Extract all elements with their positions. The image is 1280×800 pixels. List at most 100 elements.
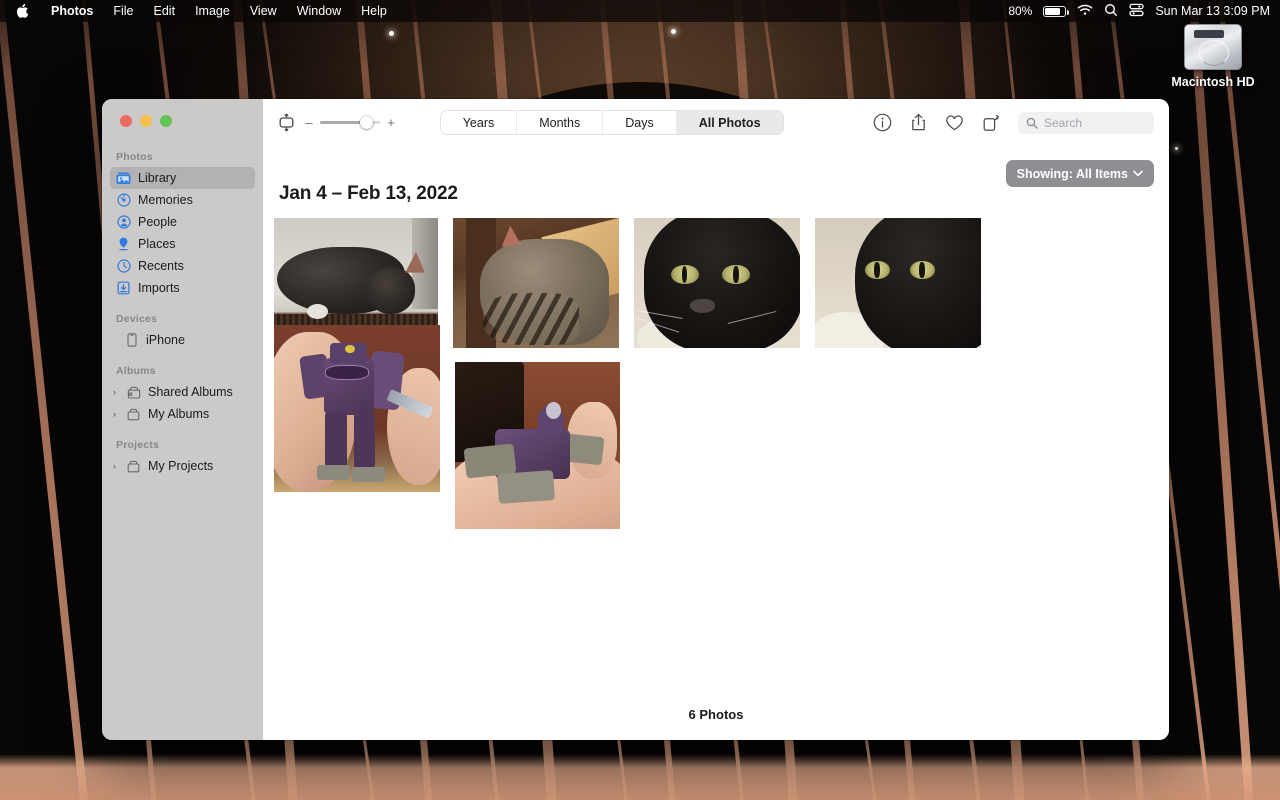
photo-artwork: [453, 218, 619, 348]
sidebar-item-memories[interactable]: Memories: [110, 189, 255, 211]
zoom-out-label[interactable]: –: [305, 115, 313, 130]
sidebar-section-albums: Albums: [116, 365, 156, 377]
sidebar-item-label: Places: [138, 237, 176, 251]
tab-days[interactable]: Days: [603, 111, 677, 134]
zoom-in-label[interactable]: +: [387, 115, 395, 130]
imports-icon: [116, 281, 131, 296]
zoom-slider[interactable]: [320, 115, 380, 129]
search-placeholder: Search: [1043, 115, 1082, 130]
photo-thumbnail[interactable]: [274, 325, 440, 492]
photo-count-label: 6 Photos: [688, 707, 744, 722]
photo-grid-area: Showing: All Items Jan 4 – Feb 13, 2022: [263, 146, 1169, 740]
search-field[interactable]: Search: [1017, 111, 1154, 134]
window-traffic-lights: [102, 99, 263, 127]
view-options-icon[interactable]: [278, 113, 295, 132]
info-icon[interactable]: [873, 113, 892, 132]
showing-filter-label: Showing: All Items: [1016, 166, 1128, 181]
sidebar-item-label: My Albums: [148, 407, 210, 421]
sidebar-item-my-albums[interactable]: › My Albums: [110, 403, 255, 425]
wallpaper-floor: [0, 754, 1280, 800]
minimize-button[interactable]: [140, 115, 152, 127]
zoom-slider-group[interactable]: – +: [305, 115, 395, 130]
share-icon[interactable]: [910, 113, 927, 132]
sidebar-section-photos: Photos: [116, 151, 153, 163]
places-pin-icon: [116, 237, 131, 252]
sidebar-item-people[interactable]: People: [110, 211, 255, 233]
toolbar-actions: Search: [873, 111, 1154, 134]
library-icon: [116, 171, 131, 186]
tab-years[interactable]: Years: [440, 111, 518, 134]
sidebar-item-label: My Projects: [148, 459, 214, 473]
desktop-icon-macintosh-hd[interactable]: Macintosh HD: [1158, 24, 1268, 89]
sidebar-item-label: People: [138, 215, 177, 229]
wifi-icon[interactable]: [1077, 4, 1093, 19]
control-center-icon[interactable]: [1129, 3, 1144, 20]
chevron-right-icon[interactable]: ›: [110, 409, 119, 419]
photo-thumbnail[interactable]: [455, 362, 620, 529]
sidebar-group-devices: Devices iPhone: [102, 313, 263, 351]
hard-drive-icon: [1184, 24, 1242, 70]
chevron-down-icon: [1133, 170, 1143, 177]
menu-bar-clock[interactable]: Sun Mar 13 3:09 PM: [1155, 4, 1270, 18]
sidebar-item-imports[interactable]: Imports: [110, 277, 255, 299]
sidebar-item-shared-albums[interactable]: › Shared Albums: [110, 381, 255, 403]
photo-grid: [274, 218, 1159, 529]
sidebar-item-label: Shared Albums: [148, 385, 233, 399]
menu-item-edit[interactable]: Edit: [144, 0, 186, 22]
toolbar: – + Years Months Days All Photos Search: [263, 99, 1169, 146]
wallpaper-spark: [1175, 147, 1178, 150]
menu-bar-items: Photos File Edit Image View Window Help: [0, 0, 397, 22]
photo-thumbnail[interactable]: [453, 218, 619, 348]
date-range-heading: Jan 4 – Feb 13, 2022: [279, 183, 458, 204]
zoom-button[interactable]: [160, 115, 172, 127]
search-icon: [1026, 117, 1038, 129]
photo-artwork: [815, 218, 981, 348]
menu-bar: Photos File Edit Image View Window Help …: [0, 0, 1280, 22]
album-folder-icon: [126, 407, 141, 422]
chevron-right-icon[interactable]: ›: [110, 461, 119, 471]
sidebar-group-photos: Photos Library Memories People Places Re…: [102, 151, 263, 299]
people-icon: [116, 215, 131, 230]
close-button[interactable]: [120, 115, 132, 127]
sidebar-item-label: Imports: [138, 281, 180, 295]
menu-bar-status: 80% Sun Mar 13 3:09 PM: [1008, 3, 1280, 20]
photo-artwork: [274, 325, 440, 492]
favorite-heart-icon[interactable]: [945, 114, 964, 132]
sidebar-item-iphone[interactable]: iPhone: [110, 329, 255, 351]
wallpaper-spark: [389, 31, 394, 36]
project-folder-icon: [126, 459, 141, 474]
photo-thumbnail[interactable]: [815, 218, 981, 348]
tab-all-photos[interactable]: All Photos: [676, 111, 783, 134]
photo-thumbnail[interactable]: [634, 218, 800, 348]
apple-logo-icon[interactable]: [0, 3, 41, 19]
rotate-icon[interactable]: [982, 114, 1000, 132]
showing-filter-button[interactable]: Showing: All Items: [1005, 160, 1154, 187]
menu-item-file[interactable]: File: [103, 0, 143, 22]
sidebar-item-label: iPhone: [146, 333, 185, 347]
photo-artwork: [634, 218, 800, 348]
spotlight-search-icon[interactable]: [1104, 3, 1118, 20]
sidebar-item-recents[interactable]: Recents: [110, 255, 255, 277]
zoom-slider-knob[interactable]: [360, 115, 373, 129]
chevron-right-icon[interactable]: ›: [110, 387, 119, 397]
sidebar-group-projects: Projects › My Projects: [102, 439, 263, 477]
menu-item-help[interactable]: Help: [351, 0, 397, 22]
battery-percent-label: 80%: [1008, 4, 1033, 18]
battery-charging-icon[interactable]: [1043, 5, 1070, 17]
menu-item-window[interactable]: Window: [287, 0, 351, 22]
sidebar-group-albums: Albums › Shared Albums › My Albums: [102, 365, 263, 425]
tab-months[interactable]: Months: [517, 111, 604, 134]
memories-icon: [116, 193, 131, 208]
sidebar-item-library[interactable]: Library: [110, 167, 255, 189]
sidebar-item-my-projects[interactable]: › My Projects: [110, 455, 255, 477]
sidebar-section-devices: Devices: [116, 313, 158, 325]
wallpaper-spark: [671, 29, 676, 34]
view-mode-segmented-control: Years Months Days All Photos: [439, 110, 784, 135]
desktop-icon-label: Macintosh HD: [1171, 75, 1255, 89]
menu-item-photos[interactable]: Photos: [41, 0, 103, 22]
menu-item-image[interactable]: Image: [185, 0, 240, 22]
sidebar-item-places[interactable]: Places: [110, 233, 255, 255]
photo-artwork: [455, 362, 620, 529]
menu-item-view[interactable]: View: [240, 0, 287, 22]
main-area: – + Years Months Days All Photos Search …: [263, 99, 1169, 740]
